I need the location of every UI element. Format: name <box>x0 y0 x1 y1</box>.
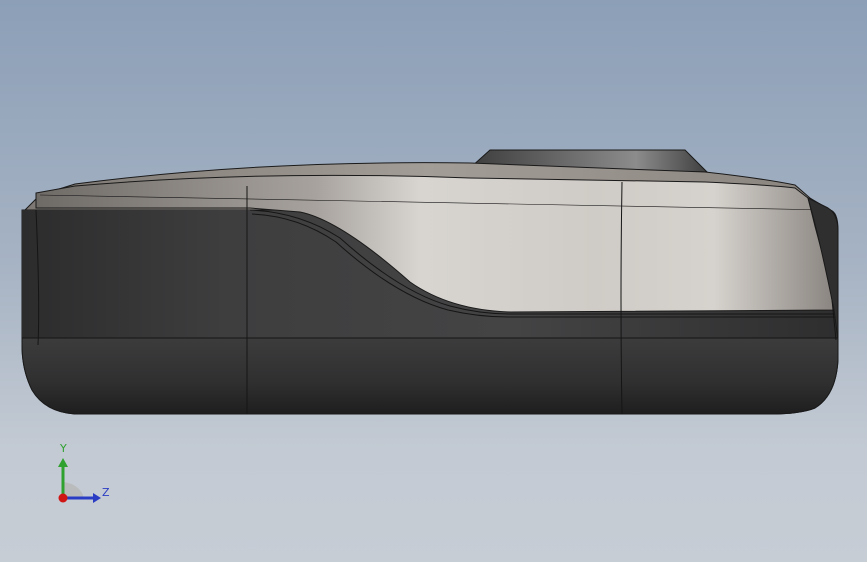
3d-model-view[interactable] <box>0 0 867 562</box>
z-axis-label: Z <box>102 486 110 499</box>
x-axis-point <box>58 493 68 503</box>
graphics-viewport[interactable]: Y Z <box>0 0 867 562</box>
z-axis-arrowhead <box>93 493 101 503</box>
y-axis-arrowhead <box>58 458 68 467</box>
y-axis-label: Y <box>60 442 67 455</box>
lower-band <box>21 337 839 415</box>
